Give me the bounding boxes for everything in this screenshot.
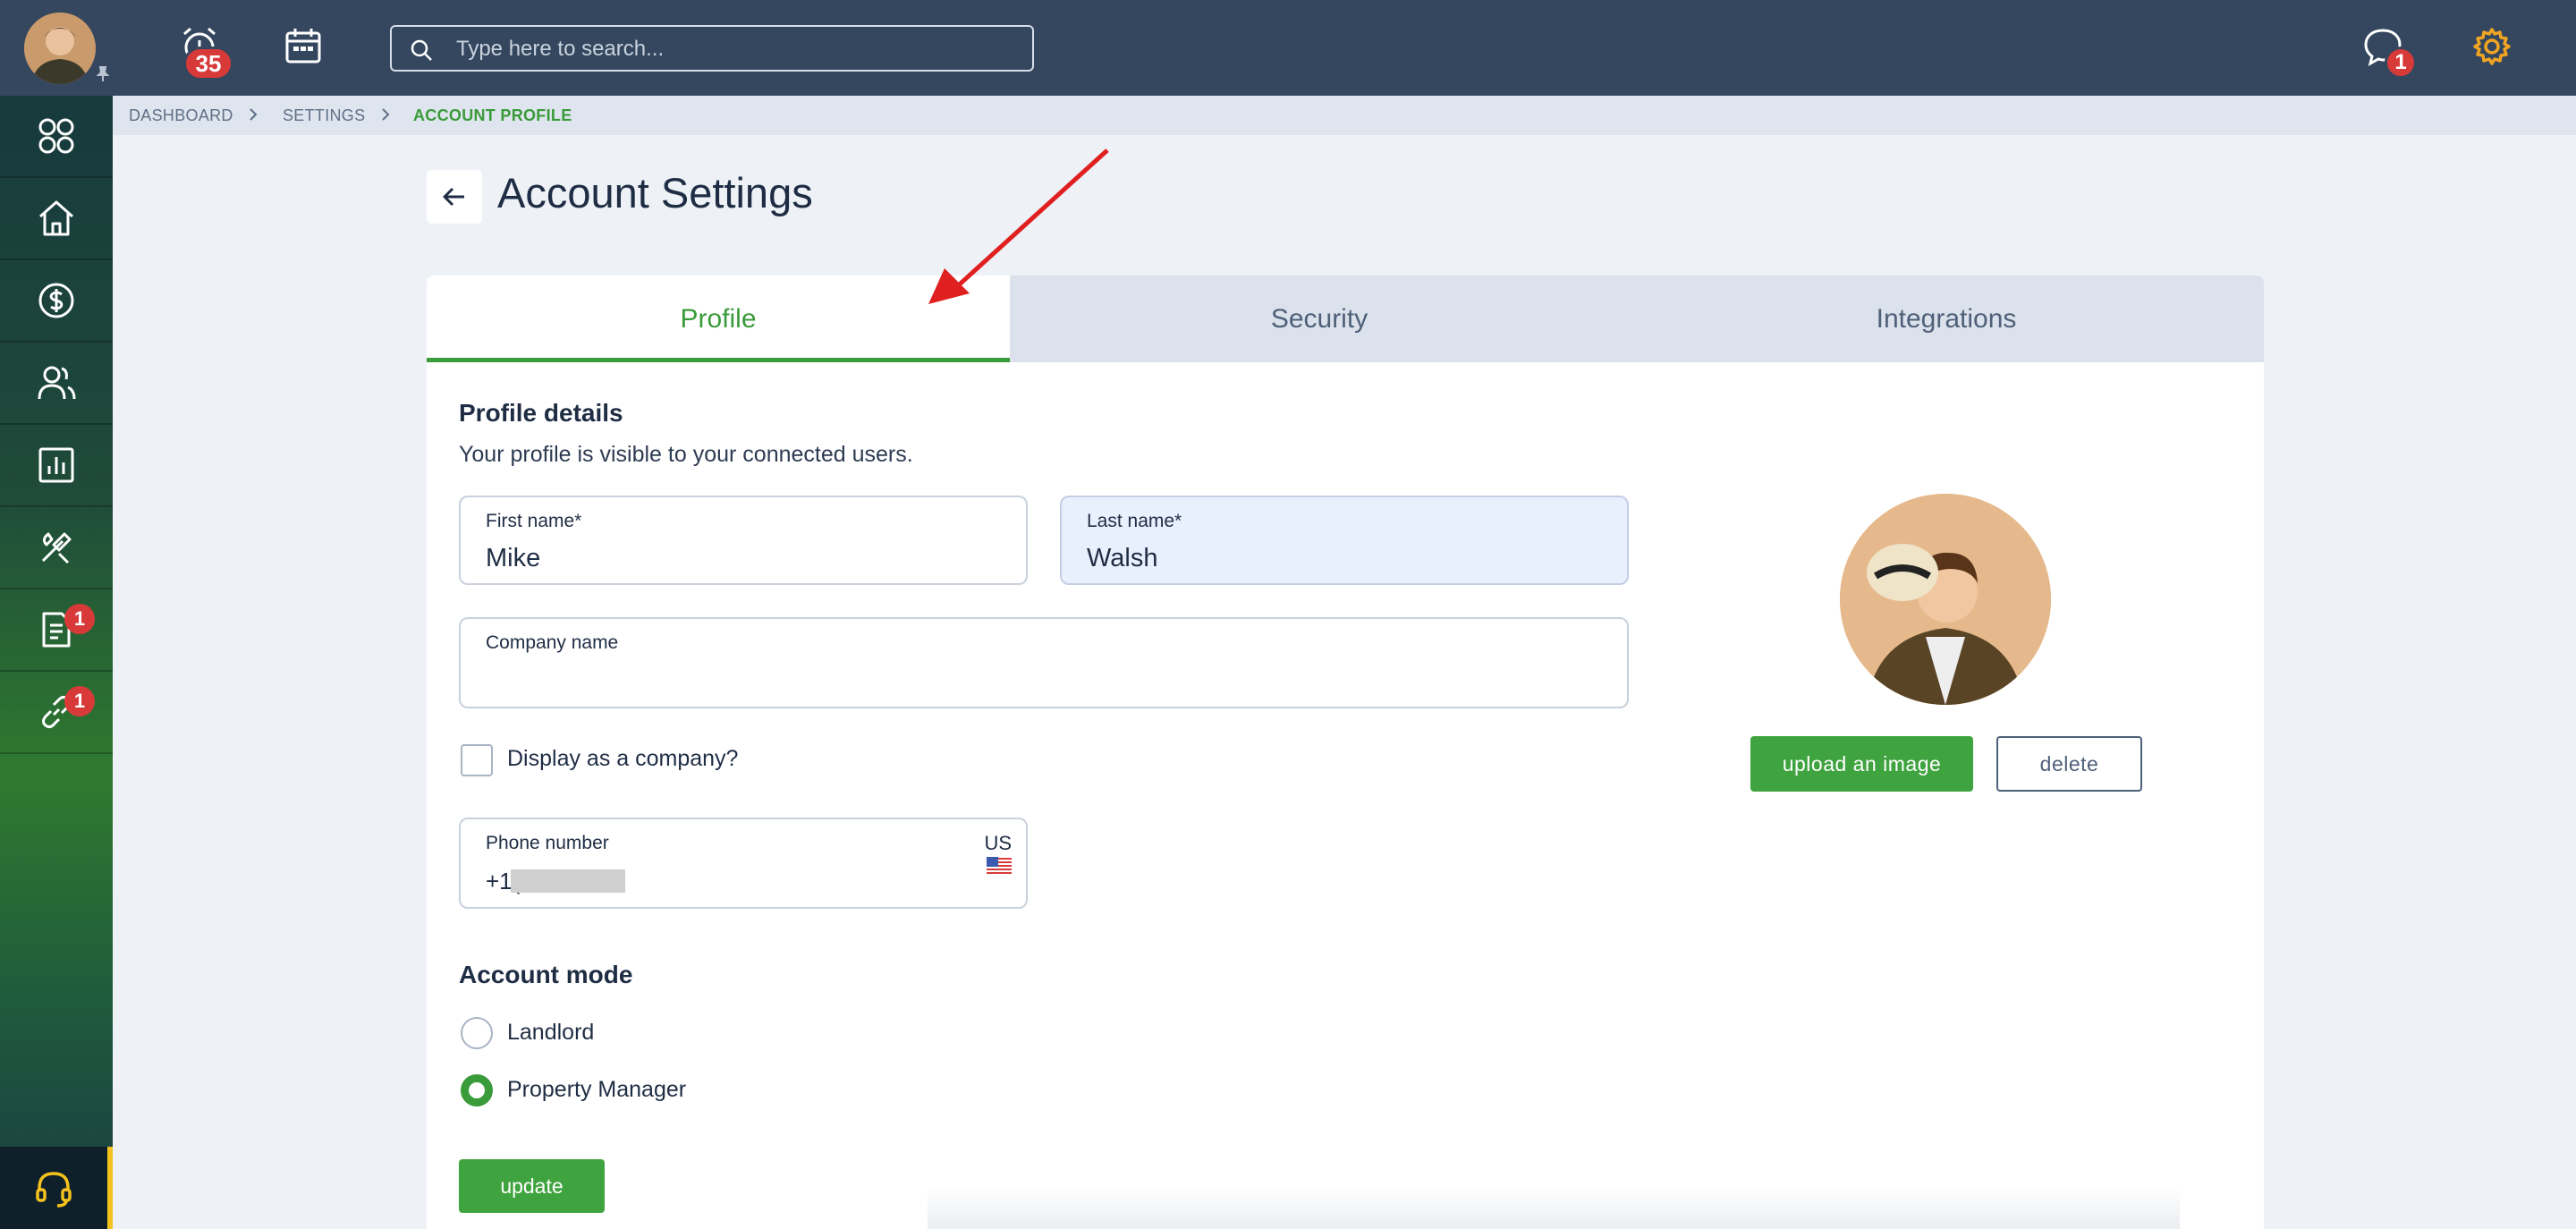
sidebar-item-links[interactable]: 1 — [0, 672, 113, 754]
chevron-right-icon — [382, 108, 390, 121]
phone-number-label: Phone number — [486, 833, 609, 853]
account-mode-title: Account mode — [459, 961, 633, 988]
users-icon — [38, 366, 76, 400]
landlord-label: Landlord — [507, 1020, 595, 1045]
apps-grid-icon — [38, 118, 74, 154]
chat-count-badge: 1 — [2385, 47, 2417, 79]
phone-country-code[interactable]: US — [984, 832, 1012, 855]
sidebar-item-apps[interactable] — [0, 96, 113, 178]
sidebar-item-documents[interactable]: 1 — [0, 589, 113, 672]
top-bar: 35 1 — [0, 0, 2576, 96]
profile-details-subtitle: Your profile is visible to your connecte… — [459, 442, 913, 467]
links-count-badge: 1 — [64, 686, 95, 716]
company-name-field[interactable]: Company name — [459, 617, 1629, 708]
back-button[interactable] — [427, 170, 482, 224]
phone-number-masked — [511, 869, 625, 893]
breadcrumb-account-profile: ACCOUNT PROFILE — [413, 106, 572, 124]
sidebar-item-contacts[interactable] — [0, 343, 113, 425]
landlord-radio[interactable] — [461, 1017, 493, 1049]
search-box[interactable] — [390, 25, 1034, 72]
update-button[interactable]: update — [459, 1159, 605, 1213]
annotation-arrow-icon — [928, 148, 1109, 304]
last-name-value[interactable]: Walsh — [1087, 544, 1158, 573]
breadcrumb: DASHBOARD SETTINGS ACCOUNT PROFILE — [113, 96, 2576, 135]
tab-integrations[interactable]: Integrations — [1629, 275, 2264, 362]
display-as-company-checkbox[interactable] — [461, 744, 493, 776]
tools-icon — [41, 532, 72, 564]
property-manager-radio[interactable] — [461, 1074, 493, 1106]
user-avatar[interactable] — [24, 13, 96, 84]
tab-bar: Profile Security Integrations — [427, 275, 2264, 362]
sidebar: 1 1 — [0, 96, 113, 1229]
gear-icon[interactable] — [2470, 25, 2513, 68]
alarm-count-badge: 35 — [183, 47, 233, 81]
upload-image-button[interactable]: upload an image — [1750, 736, 1973, 792]
chart-icon — [38, 447, 74, 483]
last-name-label: Last name* — [1087, 511, 1182, 531]
profile-details-title: Profile details — [459, 399, 623, 427]
search-input[interactable] — [456, 34, 1011, 64]
profile-photo — [1840, 494, 2051, 705]
documents-count-badge: 1 — [64, 604, 95, 634]
last-name-field[interactable]: Last name* Walsh — [1060, 496, 1629, 585]
breadcrumb-dashboard[interactable]: DASHBOARD — [129, 106, 233, 125]
us-flag-icon — [987, 857, 1012, 875]
first-name-label: First name* — [486, 511, 582, 531]
dollar-icon — [38, 283, 74, 318]
sidebar-item-maintenance[interactable] — [0, 507, 113, 589]
home-icon — [39, 200, 73, 236]
search-icon — [411, 39, 432, 61]
breadcrumb-settings[interactable]: SETTINGS — [283, 106, 365, 125]
support-button[interactable] — [0, 1147, 113, 1229]
arrow-left-icon — [443, 187, 464, 207]
first-name-value[interactable]: Mike — [486, 544, 540, 573]
calendar-icon[interactable] — [283, 25, 324, 66]
property-manager-label: Property Manager — [507, 1077, 687, 1102]
first-name-field[interactable]: First name* Mike — [459, 496, 1028, 585]
delete-image-button[interactable]: delete — [1996, 736, 2142, 792]
pin-icon — [96, 66, 110, 81]
sidebar-item-finance[interactable] — [0, 260, 113, 343]
sidebar-item-home[interactable] — [0, 178, 113, 260]
display-as-company-label: Display as a company? — [507, 746, 739, 771]
page-title: Account Settings — [497, 169, 813, 216]
bottom-shadow — [928, 1188, 2180, 1229]
chevron-right-icon — [250, 108, 258, 121]
sidebar-item-reports[interactable] — [0, 425, 113, 507]
phone-number-field[interactable]: Phone number +1( US — [459, 818, 1028, 909]
settings-card: Profile Security Integrations Profile de… — [427, 275, 2264, 1229]
headset-icon — [36, 1172, 72, 1208]
company-name-label: Company name — [486, 632, 619, 653]
